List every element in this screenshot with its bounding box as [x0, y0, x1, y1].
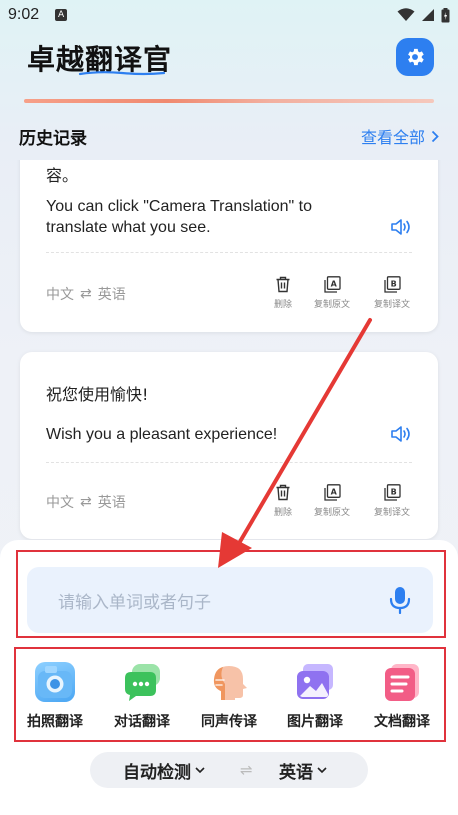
copy-target-icon: B — [383, 484, 401, 501]
lang-from-label: 中文 — [46, 495, 74, 511]
view-all-link[interactable]: 查看全部 — [361, 124, 439, 148]
delete-label: 删除 — [273, 508, 292, 518]
history-title: 历史记录 — [19, 128, 87, 149]
wifi-icon — [397, 8, 415, 21]
card-divider — [46, 252, 412, 253]
input-highlight-box — [16, 550, 446, 638]
history-target-text: You can click "Camera Translation" to tr… — [46, 198, 313, 236]
lang-to-label: 英语 — [97, 495, 126, 511]
lang-to-label: 英语 — [97, 287, 126, 303]
notification-icon: A — [55, 9, 68, 21]
svg-text:A: A — [330, 280, 337, 289]
status-time: 9:02 — [8, 6, 40, 23]
status-icons — [397, 7, 450, 23]
target-language-dropdown[interactable]: 英语 — [279, 758, 327, 783]
swap-languages-button[interactable]: ⇌ — [240, 761, 253, 779]
trash-icon — [276, 276, 290, 293]
swap-icon: ⇄ — [80, 494, 92, 510]
swap-icon: ⇄ — [80, 286, 92, 302]
copy-target-button[interactable]: B 复制译文 — [367, 484, 417, 518]
language-pair: 中文 ⇄ 英语 — [46, 492, 126, 512]
history-card[interactable]: 容。 You can click "Camera Translation" to… — [20, 160, 438, 332]
chevron-right-icon — [431, 130, 439, 142]
battery-icon — [441, 7, 450, 22]
copy-target-icon: B — [383, 276, 401, 293]
source-language-dropdown[interactable]: 自动检测 — [123, 758, 205, 783]
language-pair: 中文 ⇄ 英语 — [46, 284, 126, 304]
trash-icon — [276, 484, 290, 501]
copy-target-label: 复制译文 — [373, 300, 410, 310]
history-target-text: Wish you a pleasant experience! — [46, 426, 278, 443]
copy-target-button[interactable]: B 复制译文 — [367, 276, 417, 310]
settings-button[interactable] — [396, 38, 434, 76]
copy-source-label: 复制原文 — [313, 508, 350, 518]
gear-icon — [408, 48, 424, 66]
svg-text:A: A — [330, 488, 337, 497]
delete-button[interactable]: 删除 — [258, 484, 308, 518]
history-list[interactable]: 容。 You can click "Camera Translation" to… — [0, 160, 458, 540]
history-source-text: 祝您使用愉快! — [46, 385, 149, 404]
speaker-icon[interactable] — [390, 217, 412, 237]
chevron-down-icon — [195, 766, 205, 773]
view-all-label: 查看全部 — [360, 128, 425, 147]
copy-source-icon: A — [323, 276, 341, 293]
chevron-down-icon — [317, 766, 327, 773]
svg-text:B: B — [390, 488, 396, 497]
history-source-text: 容。 — [46, 166, 79, 185]
source-language-label: 自动检测 — [123, 762, 191, 783]
svg-text:B: B — [390, 280, 396, 289]
copy-source-button[interactable]: A 复制原文 — [307, 276, 357, 310]
copy-target-label: 复制译文 — [373, 508, 410, 518]
copy-source-icon: A — [323, 484, 341, 501]
delete-button[interactable]: 删除 — [258, 276, 308, 310]
header-accent-line — [24, 99, 434, 103]
title-underline-decoration — [78, 71, 166, 76]
signal-icon — [422, 9, 434, 21]
copy-source-label: 复制原文 — [313, 300, 350, 310]
tools-highlight-box — [14, 647, 446, 742]
delete-label: 删除 — [273, 300, 292, 310]
language-switch-bar: 自动检测 ⇌ 英语 — [90, 752, 368, 788]
history-card[interactable]: 祝您使用愉快! Wish you a pleasant experience! … — [20, 352, 438, 539]
target-language-label: 英语 — [279, 762, 313, 783]
status-bar: 9:02 A — [0, 0, 458, 30]
copy-source-button[interactable]: A 复制原文 — [307, 484, 357, 518]
lang-from-label: 中文 — [46, 287, 74, 303]
speaker-icon[interactable] — [390, 424, 412, 444]
card-divider — [46, 462, 412, 463]
history-header: 历史记录 查看全部 — [19, 122, 439, 150]
